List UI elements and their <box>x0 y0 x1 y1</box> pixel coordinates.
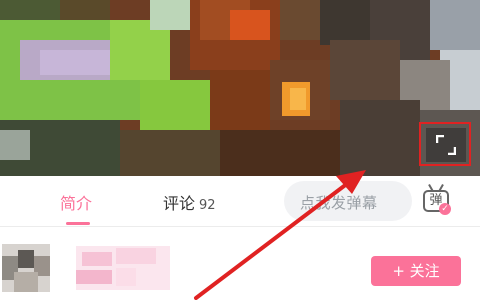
tab-comments[interactable]: 评论 92 <box>163 190 216 214</box>
tab-intro-label: 简介 <box>60 194 93 213</box>
check-icon: ✓ <box>439 203 451 215</box>
avatar[interactable] <box>2 244 50 292</box>
fullscreen-icon <box>436 135 456 155</box>
danmaku-toggle-button[interactable]: 弹 ✓ <box>419 183 455 219</box>
tab-active-indicator <box>66 222 90 225</box>
uploader-name[interactable] <box>76 246 170 290</box>
follow-button[interactable]: + 关注 <box>371 256 461 286</box>
fullscreen-button[interactable] <box>426 128 466 162</box>
danmaku-input-placeholder: 点我发弹幕 <box>300 194 378 212</box>
comment-count: 92 <box>199 198 216 213</box>
video-player[interactable] <box>0 0 480 176</box>
tab-comments-label: 评论 <box>163 194 196 213</box>
danmaku-input[interactable]: 点我发弹幕 <box>284 181 412 221</box>
tab-intro[interactable]: 简介 <box>60 190 92 214</box>
follow-button-label: + 关注 <box>392 262 440 280</box>
